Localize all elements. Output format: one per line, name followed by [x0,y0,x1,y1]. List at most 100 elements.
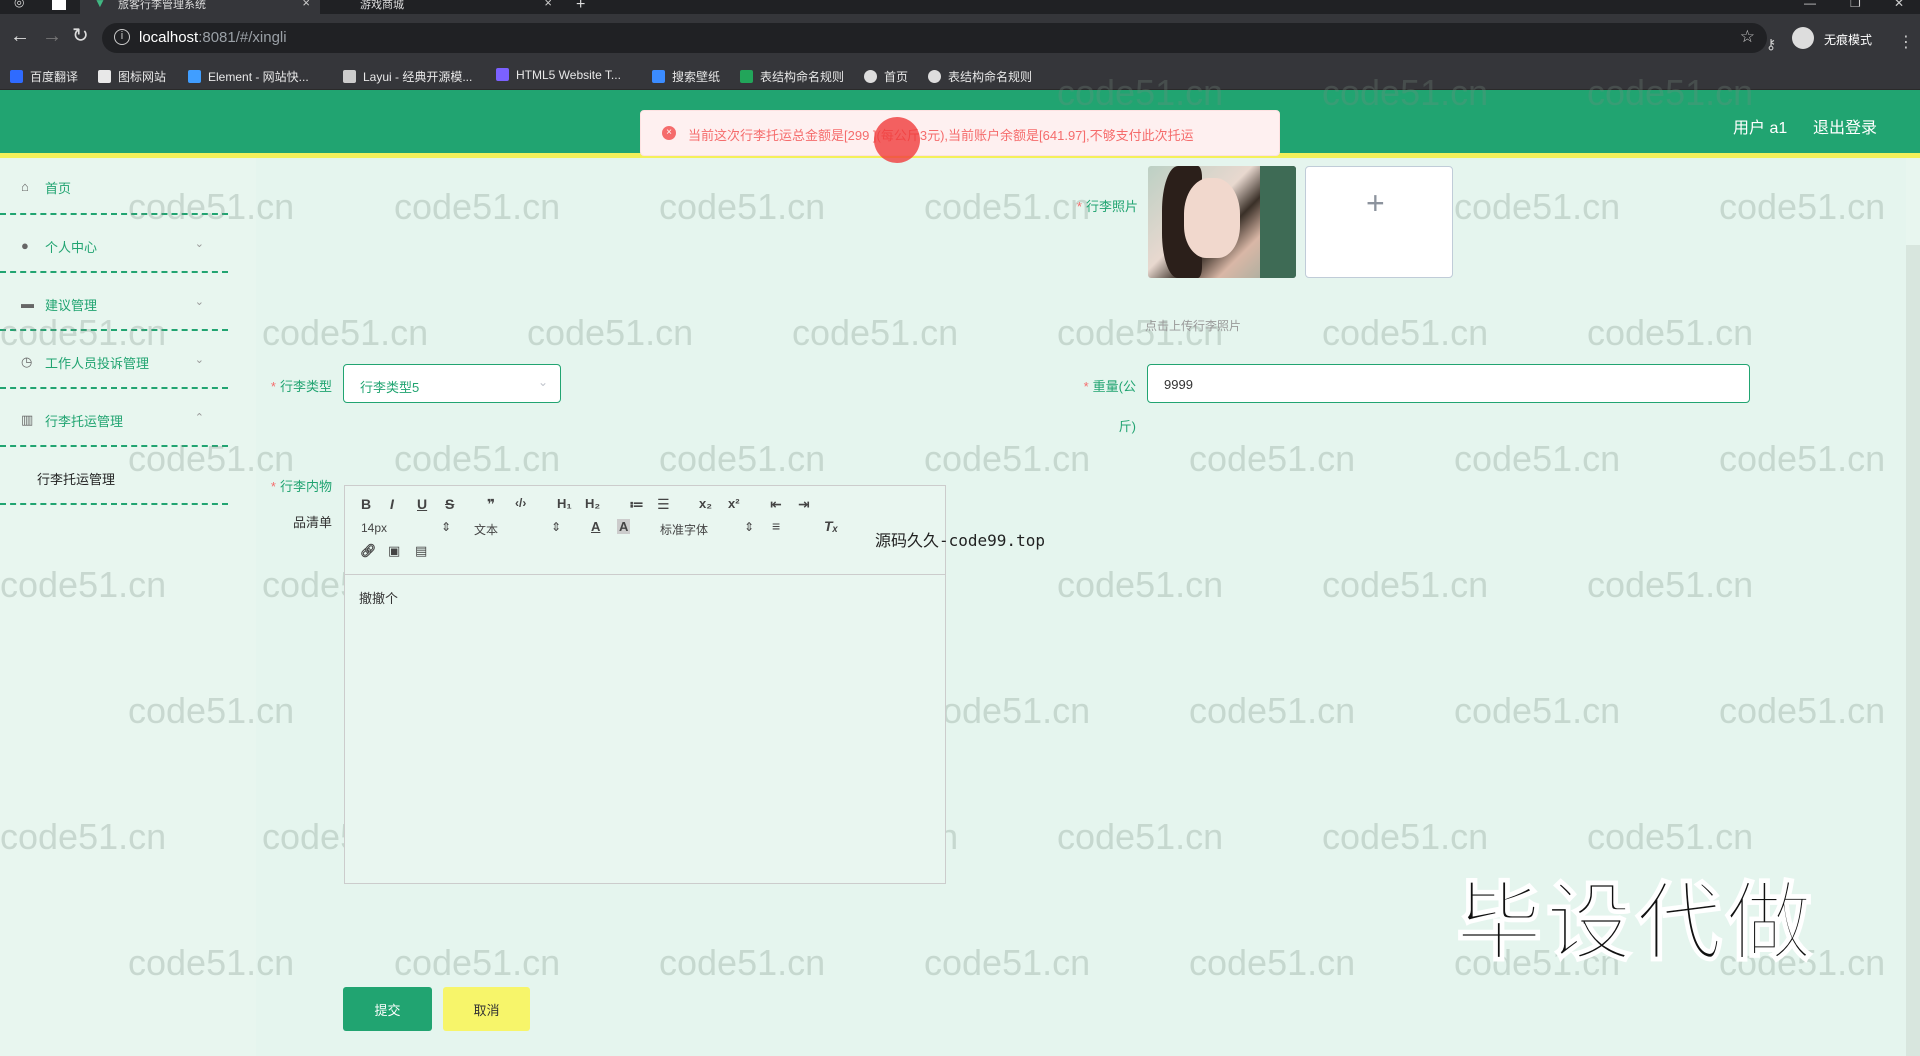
suggest-icon: ▬ [21,296,34,311]
weight-label-cont: 斤) [1118,419,1136,434]
browser-profile-area: ◎ [0,0,80,14]
flag-icon [98,70,111,83]
vue-icon: ▼ [94,0,106,10]
weight-input[interactable]: 9999 [1147,364,1750,403]
rich-text-editor[interactable]: B I U S ❞ ‹/› H₁ H₂ ≔ ☰ x₂ x² ⇤ ⇥ 14px ⇕… [344,485,946,884]
contents-label-cont: 品清单 [292,515,332,530]
underline-icon[interactable]: U [417,496,427,512]
editor-content[interactable]: 撤撤个 [359,588,398,607]
url-field[interactable]: i localhost:8081/#/xingli ☆ [102,23,1767,53]
luggage-type-select[interactable]: 行李类型5 ⌄ [343,364,561,403]
sidebar-item-suggestions[interactable]: ▬ 建议管理 ⌄ [0,273,228,331]
window-icon [52,0,66,10]
bookmark-item[interactable]: Layui - 经典开源模... [343,68,472,85]
back-icon[interactable]: ← [10,26,30,46]
type-label: * 行李类型 [270,379,332,394]
ordered-list-icon[interactable]: ≔ [629,496,644,513]
submit-button[interactable]: 提交 [343,987,432,1031]
menu-icon[interactable]: ⋮ [1898,32,1914,52]
sidebar-item-label: 工作人员投诉管理 [45,356,150,371]
quote-icon[interactable]: ❞ [487,496,495,513]
tab-luggage-system[interactable]: ▼ 旅客行李管理系统 × [80,0,320,14]
bookmark-item[interactable]: 图标网站 [98,68,166,85]
background-color-icon[interactable]: A [617,519,631,534]
code-icon[interactable]: ‹/› [515,496,526,510]
photo-upload-button[interactable]: + [1305,166,1453,278]
cursor-highlight [874,117,920,163]
close-icon[interactable]: × [302,0,310,9]
sidebar-item-label: 建议管理 [45,298,98,313]
clear-format-icon[interactable]: Tₓ [824,518,838,534]
chevron-updown-icon: ⇕ [551,520,562,534]
sheet-icon [740,70,753,83]
reload-icon[interactable]: ↻ [72,26,89,46]
layui-icon [343,70,356,83]
sidebar-item-home[interactable]: ⌂ 首页 [0,158,228,215]
font-size-select[interactable]: 14px [361,521,387,535]
weight-label: * 重量(公 [1083,379,1136,394]
globe-icon [864,70,877,83]
page-scrollbar[interactable] [1906,245,1920,1056]
font-family-select[interactable]: 标准字体 [660,521,708,538]
bullet-list-icon[interactable]: ☰ [657,496,670,513]
bookmark-item[interactable]: HTML5 Website T... [496,68,621,82]
restore-icon[interactable]: ❐ [1850,0,1861,10]
incognito-label: 无痕模式 [1824,33,1873,47]
chevron-down-icon: ⌄ [537,375,548,389]
chevron-down-icon: ⌄ [194,354,204,366]
outdent-icon[interactable]: ⇤ [770,496,782,513]
bookmark-item[interactable]: 百度翻译 [10,68,78,85]
error-message-text: 当前这次行李托运总金额是[299 ](每公斤3元),当前账户余额是[641.97… [688,128,1194,143]
sidebar-subitem-luggage[interactable]: 行李托运管理 [0,447,228,505]
bookmark-item[interactable]: Element - 网站快... [188,68,309,85]
incognito-indicator[interactable]: 无痕模式 [1792,23,1902,53]
sidebar-item-complaints[interactable]: ◷ 工作人员投诉管理 ⌄ [0,331,228,389]
bookmark-item[interactable]: 表结构命名规则 [740,68,844,85]
link-icon[interactable]: 🔗︎ [360,543,377,559]
logout-link[interactable]: 退出登录 [1813,114,1877,138]
element-icon [188,70,201,83]
photo-label: * 行李照片 [1076,199,1138,214]
bookmark-item[interactable]: 表结构命名规则 [928,68,1032,85]
tab-label: 旅客行李管理系统 [118,0,206,11]
tab-label: 游戏商城 [360,0,404,11]
strike-icon[interactable]: S [445,496,454,512]
translate-icon [10,70,23,83]
minimize-icon[interactable]: — [1804,0,1816,10]
heading2-icon[interactable]: H₂ [585,496,600,511]
luggage-icon: ▥ [21,412,34,427]
subscript-icon[interactable]: x₂ [699,496,712,511]
cancel-button[interactable]: 取消 [443,987,530,1031]
bookmarks-bar: 百度翻译 图标网站 Element - 网站快... Layui - 经典开源模… [0,62,1920,90]
photo-hint: 点击上传行李照片 [1145,319,1242,333]
text-type-select[interactable]: 文本 [474,521,498,538]
video-icon[interactable]: ▤ [415,543,427,559]
close-icon[interactable]: × [544,0,552,9]
italic-icon[interactable]: I [390,496,394,512]
luggage-type-value: 行李类型5 [360,380,420,395]
luggage-photo-thumbnail[interactable] [1148,166,1296,278]
sidebar: ⌂ 首页 ● 个人中心 ⌄ ▬ 建议管理 ⌄ ◷ 工作人员投诉管理 ⌄ ▥ 行李… [0,158,228,1056]
heading1-icon[interactable]: H₁ [557,496,572,511]
new-tab-button[interactable]: + [576,0,585,14]
image-icon[interactable]: ▣ [388,543,400,559]
sidebar-item-label: 个人中心 [45,240,98,255]
bookmark-star-icon[interactable]: ☆ [1740,27,1755,47]
sidebar-item-profile[interactable]: ● 个人中心 ⌄ [0,215,228,273]
tab-game-mall[interactable]: 游戏商城 × [322,0,562,14]
key-icon[interactable]: ⚷ [1766,36,1776,53]
forward-icon[interactable]: → [42,26,62,46]
bookmark-item[interactable]: 搜索壁纸 [652,68,720,85]
align-icon[interactable]: ≡ [772,518,780,534]
info-icon[interactable]: i [114,29,130,45]
window-close-icon[interactable]: ✕ [1894,0,1904,10]
superscript-icon[interactable]: x² [728,496,740,511]
font-color-icon[interactable]: A [591,519,600,534]
sidebar-subitem-label: 行李托运管理 [37,472,116,487]
sidebar-item-luggage[interactable]: ▥ 行李托运管理 ⌃ [0,389,228,447]
promo-overlay-text: 毕设代做 [1455,872,1816,974]
plus-icon: + [1366,185,1385,221]
bold-icon[interactable]: B [361,496,371,512]
bookmark-item[interactable]: 首页 [864,68,908,85]
indent-icon[interactable]: ⇥ [798,496,810,513]
